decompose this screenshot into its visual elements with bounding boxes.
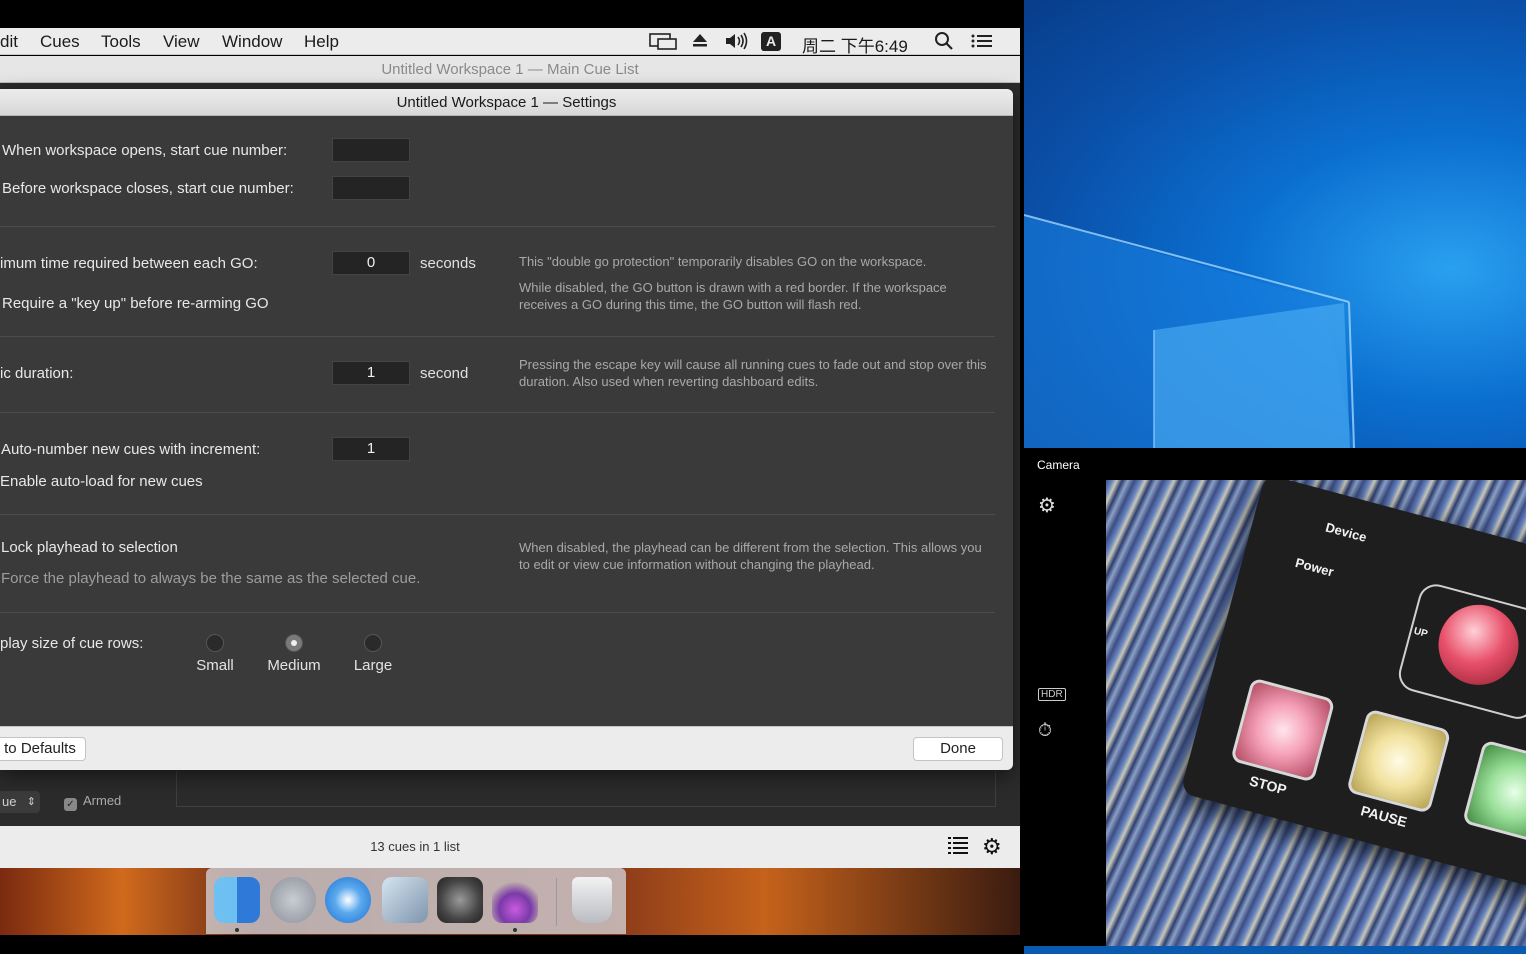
pause-button-light <box>1346 708 1452 814</box>
inspector-panel <box>176 771 996 807</box>
lock-playhead-note: When disabled, the playhead can be diffe… <box>519 540 982 572</box>
running-indicator <box>235 928 239 932</box>
menu-edit[interactable]: dit <box>0 32 18 52</box>
launchpad-rocket-icon[interactable] <box>270 877 316 923</box>
list-view-icon[interactable] <box>946 835 970 862</box>
panic-duration-unit: second <box>420 365 469 382</box>
eject-icon[interactable] <box>692 31 708 54</box>
divider <box>0 226 995 227</box>
status-bar: 13 cues in 1 list ⚙ <box>0 826 1020 868</box>
double-go-note: This "double go protection" temporarily … <box>519 254 927 269</box>
lock-playhead-checkbox[interactable]: Lock playhead to selection <box>1 539 178 556</box>
cue-count-status: 13 cues in 1 list <box>370 839 460 854</box>
divider <box>0 612 995 613</box>
taskbar-edge <box>1024 946 1526 954</box>
min-go-time-label: imum time required between each GO: <box>0 255 258 272</box>
hdr-icon[interactable]: HDR <box>1038 688 1066 701</box>
done-button[interactable]: Done <box>913 737 1003 761</box>
photo-timer-icon[interactable]: ⏱ <box>1038 720 1052 741</box>
windows-desktop <box>1024 0 1526 448</box>
main-window-title: Untitled Workspace 1 — Main Cue List <box>0 56 1020 83</box>
running-indicator <box>513 928 517 932</box>
row-size-large-label: Large <box>353 657 393 674</box>
reset-defaults-button[interactable]: to Defaults <box>0 737 86 761</box>
row-size-large-radio[interactable] <box>364 634 382 652</box>
cue-type-stepper[interactable]: ue ⇕ <box>0 791 40 813</box>
divider <box>0 336 995 337</box>
divider <box>0 412 995 413</box>
key-up-note: While disabled, the GO button is drawn w… <box>519 280 947 312</box>
preview-icon[interactable] <box>382 877 428 923</box>
windows-logo-light <box>1024 214 1355 448</box>
menubar-clock[interactable]: 周二 下午6:49 <box>802 32 908 57</box>
device-led-label: Device <box>1323 519 1369 545</box>
display-mirroring-icon[interactable] <box>648 31 678 56</box>
qlab-flask-icon[interactable] <box>492 877 538 923</box>
system-preferences-gear-icon[interactable] <box>437 877 483 923</box>
panic-duration-label: ic duration: <box>0 365 74 382</box>
dock <box>206 868 626 934</box>
spotlight-search-icon[interactable] <box>934 31 954 56</box>
menu-tools[interactable]: Tools <box>101 32 141 52</box>
menu-help[interactable]: Help <box>304 32 339 52</box>
autoload-checkbox[interactable]: Enable auto-load for new cues <box>0 473 203 490</box>
row-size-medium-label: Medium <box>267 657 321 674</box>
menu-window[interactable]: Window <box>222 32 282 52</box>
divider <box>0 514 995 515</box>
open-cue-field[interactable] <box>332 138 410 162</box>
mac-screen: dit Cues Tools View Window Help A 周二 下午6… <box>0 0 1020 954</box>
min-go-time-unit: seconds <box>420 255 476 272</box>
checkmark-icon: ✓ <box>64 798 77 811</box>
stepper-arrows-icon[interactable]: ⇕ <box>27 791 36 813</box>
controller-device: Device Power UP STOP PAUSE <box>1180 480 1526 897</box>
panic-duration-field[interactable]: 1 <box>332 361 410 385</box>
cue-type-value: ue <box>2 794 17 809</box>
row-size-small-label: Small <box>196 657 234 674</box>
trash-icon[interactable] <box>572 877 612 923</box>
notification-center-icon[interactable] <box>970 31 994 56</box>
camera-app-window: Camera ⚙ HDR ⏱ Device Power UP STOP PAUS… <box>1024 448 1526 954</box>
settings-title: Untitled Workspace 1 — Settings <box>0 89 1013 116</box>
row-size-small-radio[interactable] <box>206 634 224 652</box>
camera-settings-gear-icon[interactable]: ⚙ <box>1038 493 1056 518</box>
play-button-light <box>1461 739 1526 845</box>
power-led-label: Power <box>1293 554 1336 580</box>
finder-icon[interactable] <box>214 877 260 923</box>
camera-title: Camera <box>1037 458 1080 472</box>
menu-cues[interactable]: Cues <box>40 32 80 52</box>
close-cue-label: Before workspace closes, start cue numbe… <box>2 180 294 197</box>
dock-separator <box>556 878 557 926</box>
key-up-checkbox[interactable]: Require a "key up" before re-arming GO <box>2 295 269 312</box>
settings-gear-icon[interactable]: ⚙ <box>982 834 1002 860</box>
safari-compass-icon[interactable] <box>325 877 371 923</box>
menu-view[interactable]: View <box>163 32 200 52</box>
panic-note: Pressing the escape key will cause all r… <box>519 357 987 389</box>
lock-playhead-description: Force the playhead to always be the same… <box>1 570 421 587</box>
stop-button-light <box>1230 677 1336 783</box>
close-cue-field[interactable] <box>332 176 410 200</box>
autonumber-field[interactable]: 1 <box>332 437 410 461</box>
settings-sheet: Untitled Workspace 1 — Settings When wor… <box>0 89 1013 770</box>
menu-bar: dit Cues Tools View Window Help A 周二 下午6… <box>0 28 1020 57</box>
autonumber-label: Auto-number new cues with increment: <box>1 441 261 458</box>
armed-label: Armed <box>83 793 122 808</box>
volume-icon[interactable] <box>724 31 750 56</box>
armed-checkbox[interactable]: ✓ Armed <box>64 793 121 811</box>
row-size-label: play size of cue rows: <box>0 635 144 652</box>
row-size-medium-radio[interactable] <box>285 634 303 652</box>
settings-footer: to Defaults Done <box>0 726 1013 770</box>
camera-preview: Device Power UP STOP PAUSE <box>1106 480 1526 946</box>
min-go-time-field[interactable]: 0 <box>332 251 410 275</box>
open-cue-label: When workspace opens, start cue number: <box>2 142 288 159</box>
input-source-icon[interactable]: A <box>761 32 781 51</box>
